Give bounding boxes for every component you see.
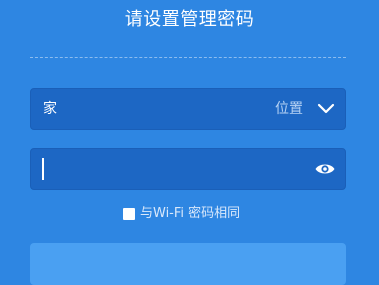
location-label: 位置	[275, 101, 303, 117]
same-as-wifi-option[interactable]: 与Wi-Fi 密码相同	[123, 205, 240, 223]
location-select[interactable]: 家 位置	[30, 88, 346, 130]
same-as-wifi-label: 与Wi-Fi 密码相同	[140, 206, 241, 221]
chevron-down-icon[interactable]	[316, 100, 336, 118]
divider	[30, 57, 346, 58]
confirm-button[interactable]	[30, 243, 346, 285]
password-field[interactable]	[30, 148, 346, 191]
page-title: 请设置管理密码	[124, 9, 255, 30]
password-input[interactable]	[49, 149, 303, 191]
same-as-wifi-checkbox[interactable]	[123, 208, 135, 220]
location-value: 家	[43, 101, 57, 117]
text-caret	[42, 158, 44, 180]
eye-icon[interactable]	[314, 160, 336, 178]
